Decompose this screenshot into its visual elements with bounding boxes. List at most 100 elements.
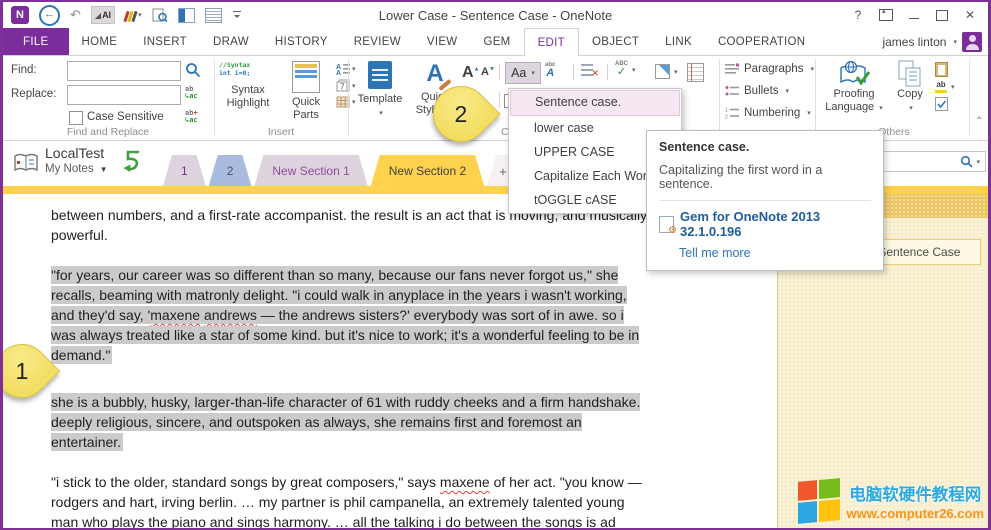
clear-formatting-icon[interactable]: ✕: [581, 64, 597, 77]
ribbon-tab-home[interactable]: HOME: [69, 28, 131, 55]
highlight-button[interactable]: ab ▾: [935, 81, 955, 93]
avatar[interactable]: [962, 32, 982, 52]
logo-blue-square: [798, 501, 817, 524]
find-label: Find:: [11, 64, 37, 76]
menu-item-sentence-case[interactable]: Sentence case.: [510, 90, 680, 116]
paragraph[interactable]: she is a bubbly, husky, larger-than-life…: [51, 392, 651, 452]
print-preview-icon[interactable]: [152, 8, 168, 23]
search-scope-icon[interactable]: ▾: [976, 158, 980, 166]
chevron-down-icon: ▾: [138, 11, 142, 19]
pens-icon: [125, 8, 136, 22]
case-sensitive-checkbox[interactable]: [69, 111, 83, 125]
spell-check-button[interactable]: ABC✓ ▾: [615, 61, 636, 78]
svg-text:2: 2: [725, 115, 728, 120]
shrink-font-button[interactable]: A▼: [481, 66, 495, 78]
proofing-language-icon: [837, 60, 871, 88]
section-tabs: 12New Section 1New Section 2+: [163, 155, 522, 186]
copy-button[interactable]: Copy▾: [891, 60, 929, 115]
logo-red-square: [798, 480, 817, 501]
template-icon: [368, 61, 392, 89]
paragraph[interactable]: "for years, our career was so different …: [51, 265, 651, 365]
window-title: Lower Case - Sentence Case - OneNote: [379, 8, 612, 23]
convert-button[interactable]: ▾: [655, 64, 678, 79]
onenote-logo-icon: N: [11, 6, 29, 24]
ribbon-tab-gem[interactable]: GEM: [470, 28, 523, 55]
highlight-icon: ab: [935, 81, 947, 93]
misspelled-word: maxene: [440, 474, 490, 490]
spell-check-icon: ABC✓: [615, 61, 628, 78]
undo-icon[interactable]: ↶: [70, 7, 81, 23]
syntax-highlight-button[interactable]: //Syntax int i=0; SyntaxHighlight: [219, 61, 277, 110]
paste-icon[interactable]: [935, 62, 948, 77]
copy-icon: [897, 60, 923, 88]
misspelled-word: andrews: [204, 307, 257, 323]
collapse-ribbon-icon[interactable]: ⌃: [975, 116, 983, 127]
section-tab-new-section-1[interactable]: New Section 1: [254, 155, 367, 186]
paragraph[interactable]: "i stick to the older, standard songs by…: [51, 472, 651, 530]
maximize-icon[interactable]: [928, 4, 956, 26]
notebook-name[interactable]: LocalTest: [45, 145, 104, 161]
pens-button[interactable]: ▾: [125, 8, 142, 22]
others-small-buttons: ab ▾: [935, 62, 955, 111]
edit-mode-icon[interactable]: ◢AI: [91, 6, 115, 24]
svg-text:A: A: [336, 70, 341, 75]
onenote-window: N ← ↶ ◢AI ▾ Lower Case - Sentence Case -…: [0, 0, 991, 530]
supertip: Sentence case. Capitalizing the first wo…: [646, 130, 884, 271]
tooltip-addin: Gem for OneNote 2013 32.1.0.196: [659, 209, 871, 239]
ribbon-tab-link[interactable]: LINK: [652, 28, 705, 55]
find-input[interactable]: [67, 61, 181, 81]
help-icon[interactable]: ?: [844, 4, 872, 26]
back-button[interactable]: ←: [39, 5, 60, 26]
ribbon-options-icon[interactable]: [872, 4, 900, 26]
user-account[interactable]: james linton ▾: [882, 28, 982, 55]
section-tab-2[interactable]: 2: [209, 155, 252, 186]
search-icon[interactable]: [185, 62, 201, 78]
section-tab-new-section-2[interactable]: New Section 2: [371, 155, 484, 186]
ribbon-tab-file[interactable]: FILE: [3, 28, 69, 55]
grow-font-button[interactable]: A▲: [462, 64, 480, 82]
change-case-button[interactable]: Aa▾: [505, 62, 541, 84]
quick-parts-icon: [292, 61, 320, 93]
svg-text:1: 1: [725, 108, 728, 114]
ribbon-tab-review[interactable]: REVIEW: [341, 28, 414, 55]
checklist-icon[interactable]: [935, 97, 948, 111]
tell-me-more-link[interactable]: Tell me more: [679, 246, 871, 260]
proofing-language-button[interactable]: ProofingLanguage ▾: [821, 60, 887, 115]
notebook-switcher[interactable]: My Notes ▼: [45, 163, 108, 175]
ribbon-tab-draw[interactable]: DRAW: [200, 28, 262, 55]
paragraphs-icon: [725, 63, 739, 75]
ribbon: Find: Replace: ab↳ac Case Sensitive ab+↳…: [3, 55, 988, 141]
ribbon-tab-object[interactable]: OBJECT: [579, 28, 652, 55]
ribbon-tab-view[interactable]: VIEW: [414, 28, 471, 55]
chevron-down-icon: ▼: [100, 165, 108, 174]
close-icon[interactable]: ✕: [956, 4, 984, 26]
case-sensitive-label: Case Sensitive: [87, 111, 164, 123]
replace-icon[interactable]: ab↳ac: [185, 86, 198, 100]
font-style-icon[interactable]: abcA: [545, 62, 555, 79]
rule-lines-icon[interactable]: [687, 63, 704, 82]
logo-green-square: [819, 478, 840, 499]
dock-to-desktop-icon[interactable]: [178, 8, 195, 23]
full-page-view-icon[interactable]: [205, 8, 222, 23]
ribbon-tab-edit[interactable]: EDIT: [524, 28, 579, 56]
ribbon-tab-insert[interactable]: INSERT: [130, 28, 200, 55]
gem-addin-icon: [659, 216, 674, 233]
group-label-insert: Insert: [215, 126, 347, 138]
numbering-button[interactable]: 1 2 Numbering▾: [725, 107, 811, 119]
windows-logo-icon: [798, 478, 840, 524]
template-button[interactable]: Template▾: [353, 61, 407, 120]
numbering-icon: 1 2: [725, 107, 739, 119]
replace-all-icon[interactable]: ab+↳ac: [185, 110, 198, 124]
bullets-button[interactable]: Bullets▾: [725, 85, 789, 97]
quick-parts-button[interactable]: QuickParts: [280, 61, 332, 122]
nav-back-arrow-icon[interactable]: [121, 149, 143, 175]
qat-customize-icon[interactable]: [232, 11, 242, 20]
replace-input[interactable]: [67, 85, 181, 105]
minimize-icon[interactable]: [900, 4, 928, 26]
ribbon-tab-row: FILEHOMEINSERTDRAWHISTORYREVIEWVIEWGEMED…: [3, 28, 988, 55]
ribbon-tab-history[interactable]: HISTORY: [262, 28, 341, 55]
paragraphs-button[interactable]: Paragraphs▾: [725, 63, 814, 75]
section-tab-1[interactable]: 1: [163, 155, 206, 186]
ribbon-tab-cooperation[interactable]: COOPERATION: [705, 28, 818, 55]
search-icon[interactable]: [960, 155, 973, 168]
